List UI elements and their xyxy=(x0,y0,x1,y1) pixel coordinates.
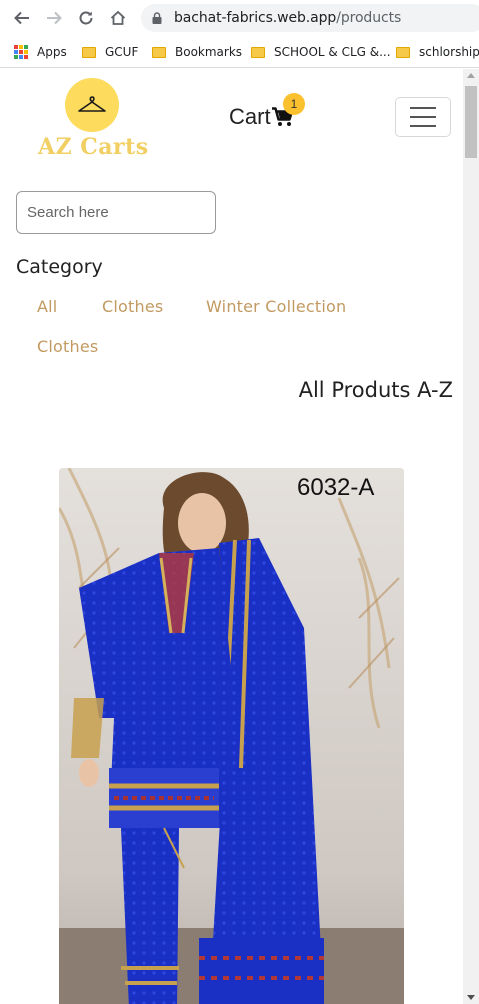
product-code: 6032-A xyxy=(297,474,375,501)
cart-label: Cart xyxy=(229,104,271,129)
lock-icon xyxy=(152,12,162,24)
scroll-down-arrow-icon[interactable] xyxy=(467,995,475,1000)
home-icon xyxy=(110,10,126,25)
menu-bar xyxy=(410,116,436,118)
bookmarks-bar: Apps GCUF Bookmarks SCHOOL & CLG &... sc… xyxy=(0,36,479,68)
logo[interactable] xyxy=(65,78,119,132)
bookmark-label: GCUF xyxy=(105,45,139,59)
home-button[interactable] xyxy=(106,6,130,30)
bookmark-label: schlorships xyxy=(419,45,479,59)
category-link-clothes-2[interactable]: Clothes xyxy=(37,337,98,356)
folder-icon xyxy=(396,46,410,58)
bookmark-label: Apps xyxy=(37,45,67,59)
url-path: /products xyxy=(336,10,402,26)
search-input[interactable] xyxy=(16,191,216,234)
menu-bar xyxy=(410,107,436,109)
folder-icon xyxy=(251,46,265,58)
bookmark-label: Bookmarks xyxy=(175,45,243,59)
forward-arrow-icon xyxy=(47,11,62,25)
apps-grid-icon xyxy=(14,45,28,59)
folder-icon xyxy=(82,46,96,58)
address-url: bachat-fabrics.web.app/products xyxy=(174,10,401,26)
browser-toolbar: bachat-fabrics.web.app/products xyxy=(0,0,479,36)
menu-bar xyxy=(410,125,436,127)
cart-count-badge: 1 xyxy=(283,93,305,115)
forward-button[interactable] xyxy=(42,6,66,30)
folder-icon xyxy=(152,46,166,58)
page-content: AZ Carts Cart 1 Category All Clothes Win… xyxy=(0,69,463,1004)
category-heading: Category xyxy=(16,256,103,278)
products-title: All Produts A-Z xyxy=(298,378,453,402)
menu-toggle-button[interactable] xyxy=(395,97,451,137)
address-bar[interactable]: bachat-fabrics.web.app/products xyxy=(141,4,479,32)
bookmark-bookmarks[interactable]: Bookmarks xyxy=(152,43,242,61)
bookmark-label: SCHOOL & CLG &... xyxy=(274,45,391,59)
url-host: bachat-fabrics.web.app xyxy=(174,10,337,26)
bookmark-gcuf[interactable]: GCUF xyxy=(82,43,138,61)
scroll-up-arrow-icon[interactable] xyxy=(467,73,475,78)
scrollbar-thumb[interactable] xyxy=(465,86,477,158)
scrollbar[interactable] xyxy=(463,69,479,1004)
logo-text[interactable]: AZ Carts xyxy=(38,134,149,160)
bookmark-apps[interactable]: Apps xyxy=(14,43,67,61)
product-image xyxy=(59,468,404,1004)
reload-icon xyxy=(79,11,93,25)
reload-button[interactable] xyxy=(74,6,98,30)
back-button[interactable] xyxy=(10,6,34,30)
category-link-clothes[interactable]: Clothes xyxy=(102,297,163,316)
bookmark-scholarships[interactable]: schlorships xyxy=(396,43,479,61)
category-link-all[interactable]: All xyxy=(37,297,57,316)
hanger-icon xyxy=(78,96,106,112)
bookmark-school[interactable]: SCHOOL & CLG &... xyxy=(251,43,391,61)
category-link-winter-collection[interactable]: Winter Collection xyxy=(206,297,346,316)
product-card[interactable]: 6032-A xyxy=(59,468,404,1004)
back-arrow-icon xyxy=(14,11,29,25)
